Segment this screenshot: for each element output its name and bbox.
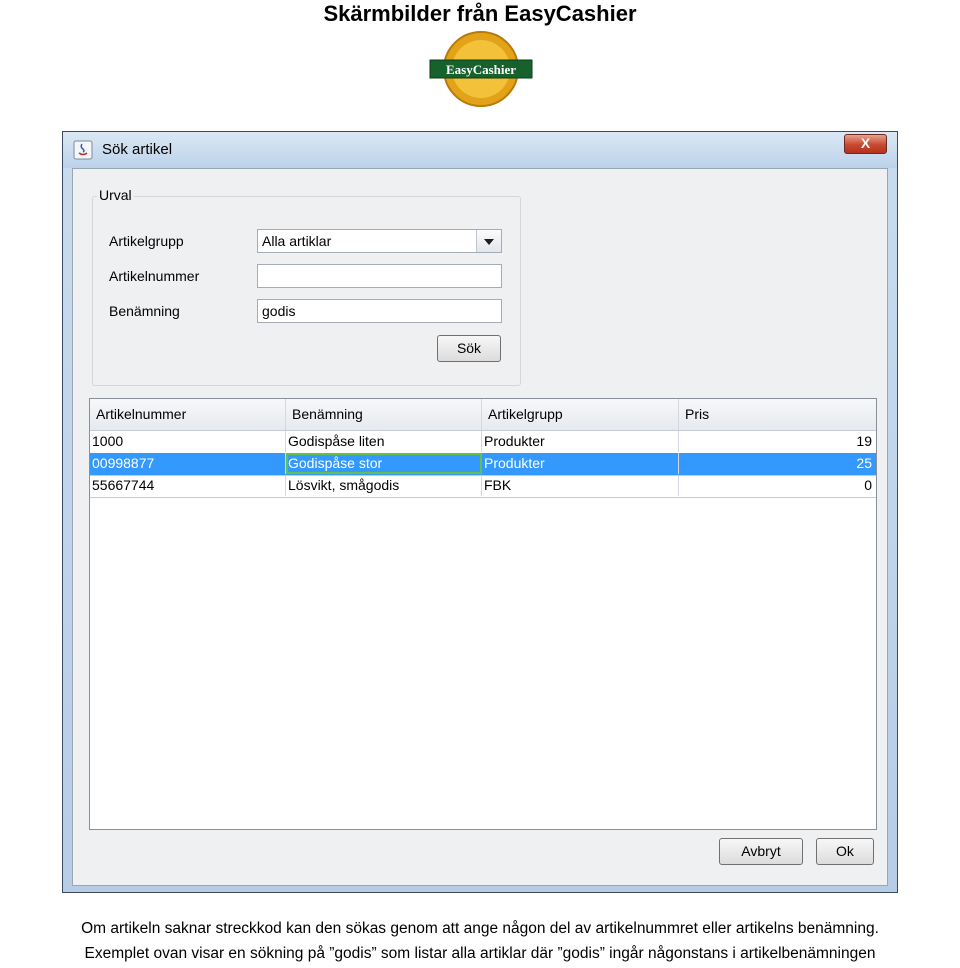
benamning-label: Benämning bbox=[109, 303, 180, 319]
table-row[interactable]: 55667744 Lösvikt, smågodis FBK 0 bbox=[90, 475, 876, 498]
cell-pris: 0 bbox=[864, 477, 872, 493]
cell-artikelnummer: 1000 bbox=[90, 431, 286, 452]
artikelgrupp-selected-value: Alla artiklar bbox=[262, 233, 332, 249]
table-header: Artikelnummer Benämning Artikelgrupp Pri… bbox=[90, 399, 876, 431]
avbryt-button[interactable]: Avbryt bbox=[719, 838, 803, 865]
benamning-input[interactable]: godis bbox=[257, 299, 502, 323]
easycashier-logo: EasyCashier bbox=[429, 31, 533, 107]
cell-artikelnummer: 55667744 bbox=[90, 475, 286, 496]
title-bar[interactable]: Sök artikel X bbox=[63, 132, 897, 168]
cell-benamning: Godispåse liten bbox=[286, 431, 482, 452]
page-title: Skärmbilder från EasyCashier bbox=[323, 1, 637, 26]
table-row[interactable]: 1000 Godispåse liten Produkter 19 bbox=[90, 431, 876, 454]
caption-line-2: Exemplet ovan visar en sökning på ”godis… bbox=[84, 945, 876, 962]
java-app-icon bbox=[73, 140, 93, 160]
dialog-client-area: Urval Artikelgrupp Alla artiklar Artikel… bbox=[72, 168, 888, 886]
column-header-artikelnummer[interactable]: Artikelnummer bbox=[90, 399, 286, 430]
table-row-selected[interactable]: 00998877 Godispåse stor Produkter 25 bbox=[90, 453, 876, 476]
cell-pris: 19 bbox=[856, 433, 872, 449]
artikelgrupp-label: Artikelgrupp bbox=[109, 233, 184, 249]
sok-artikel-window: Sök artikel X Urval Artikelgrupp Alla ar… bbox=[62, 131, 898, 893]
cell-artikelgrupp: FBK bbox=[482, 475, 679, 496]
close-button[interactable]: X bbox=[844, 134, 887, 154]
urval-legend: Urval bbox=[97, 187, 134, 203]
artikelnummer-label: Artikelnummer bbox=[109, 268, 200, 284]
article-table: Artikelnummer Benämning Artikelgrupp Pri… bbox=[89, 398, 877, 830]
logo-wordmark: EasyCashier bbox=[446, 62, 516, 77]
artikelnummer-input[interactable] bbox=[257, 264, 502, 288]
window-title: Sök artikel bbox=[102, 141, 173, 158]
artikelgrupp-select[interactable]: Alla artiklar bbox=[257, 229, 502, 253]
ok-button[interactable]: Ok bbox=[816, 838, 874, 865]
column-header-benamning[interactable]: Benämning bbox=[286, 399, 482, 430]
cell-benamning: Godispåse stor bbox=[286, 453, 482, 474]
cell-artikelgrupp: Produkter bbox=[482, 431, 679, 452]
cell-benamning: Lösvikt, smågodis bbox=[286, 475, 482, 496]
caption-line-1: Om artikeln saknar streckkod kan den sök… bbox=[81, 920, 879, 937]
sok-button[interactable]: Sök bbox=[437, 335, 501, 362]
cell-pris: 25 bbox=[856, 455, 872, 471]
column-header-artikelgrupp[interactable]: Artikelgrupp bbox=[482, 399, 679, 430]
cell-artikelnummer: 00998877 bbox=[90, 453, 286, 474]
column-header-pris[interactable]: Pris bbox=[679, 399, 876, 430]
chevron-down-icon[interactable] bbox=[476, 230, 501, 252]
cell-artikelgrupp: Produkter bbox=[482, 453, 679, 474]
